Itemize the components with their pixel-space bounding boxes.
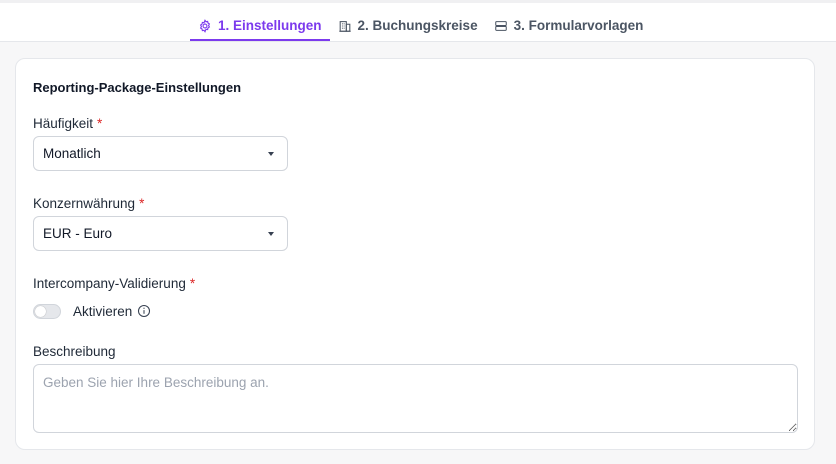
required-mark: * (97, 116, 103, 131)
tab-company-codes-label: 2. Buchungskreise (357, 18, 478, 33)
settings-card: Reporting-Package-Einstellungen Häufigke… (15, 58, 815, 450)
building-icon (338, 19, 352, 33)
description-label: Beschreibung (33, 344, 116, 359)
top-bar: 1. Einstellungen 2. Buchungskreise 3. Fo… (0, 0, 836, 42)
tab-company-codes[interactable]: 2. Buchungskreise (330, 10, 486, 41)
currency-select[interactable]: EUR - Euro (33, 216, 288, 251)
tab-form-templates[interactable]: 3. Formularvorlagen (486, 10, 652, 41)
currency-value: EUR - Euro (43, 226, 113, 241)
intercompany-toggle[interactable] (33, 303, 61, 319)
intercompany-label: Intercompany-Validierung * (33, 276, 195, 291)
tab-form-templates-label: 3. Formularvorlagen (513, 18, 644, 33)
toggle-label-text: Aktivieren (73, 303, 133, 319)
currency-label-text: Konzernwährung (33, 196, 136, 211)
currency-label: Konzernwährung * (33, 196, 144, 211)
intercompany-toggle-row: Aktivieren (33, 302, 151, 320)
frequency-select[interactable]: Monatlich (33, 136, 288, 171)
chevron-down-icon (268, 232, 274, 236)
gear-icon (198, 18, 212, 33)
frequency-label: Häufigkeit * (33, 116, 102, 131)
info-icon[interactable] (137, 304, 151, 318)
frequency-value: Monatlich (43, 146, 101, 161)
intercompany-label-text: Intercompany-Validierung (33, 276, 186, 291)
template-icon (494, 19, 508, 33)
toggle-label: Aktivieren (73, 304, 151, 319)
required-mark: * (139, 196, 145, 211)
top-bar-edge (0, 0, 836, 3)
step-tabs: 1. Einstellungen 2. Buchungskreise 3. Fo… (190, 10, 651, 42)
chevron-down-icon (268, 152, 274, 156)
section-title: Reporting-Package-Einstellungen (33, 80, 242, 95)
tab-settings[interactable]: 1. Einstellungen (190, 10, 330, 41)
frequency-label-text: Häufigkeit (33, 116, 94, 131)
toggle-knob (35, 305, 46, 317)
description-label-text: Beschreibung (33, 344, 116, 359)
tab-settings-label: 1. Einstellungen (218, 18, 322, 33)
description-textarea[interactable] (33, 364, 798, 433)
required-mark: * (189, 276, 196, 291)
